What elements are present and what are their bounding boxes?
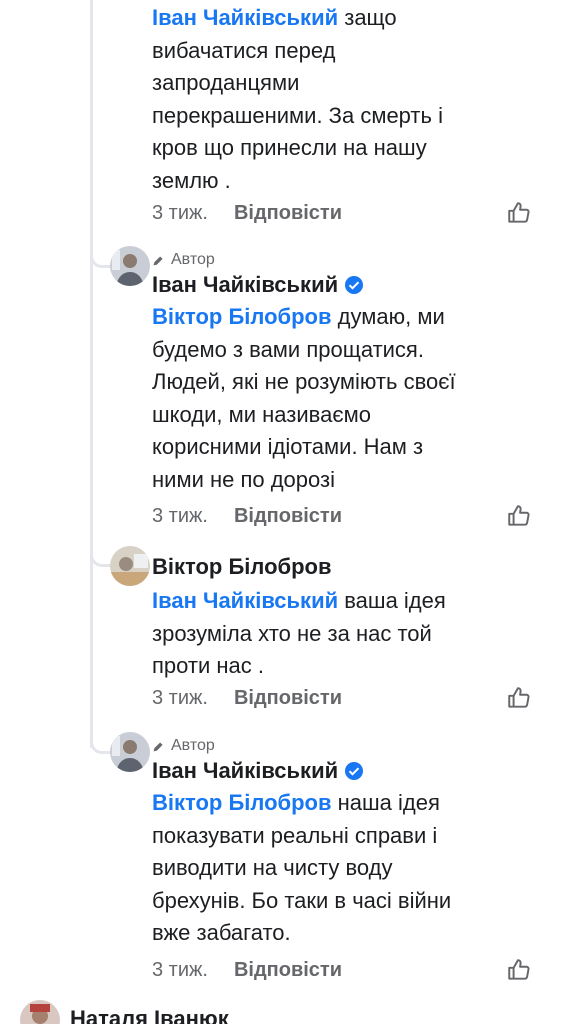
mention-link[interactable]: Віктор Білобров <box>152 304 332 329</box>
like-icon[interactable] <box>506 503 532 529</box>
comment-text: Іван Чайківський ваша ідея зрозуміла хто… <box>152 588 446 678</box>
reply-button[interactable]: Відповісти <box>234 959 342 982</box>
comment-time[interactable]: 3 тиж. <box>152 202 208 225</box>
comment-time[interactable]: 3 тиж. <box>152 687 208 710</box>
avatar[interactable] <box>110 546 150 586</box>
pencil-icon <box>153 255 163 265</box>
comment-author[interactable]: Іван Чайківський <box>152 757 338 785</box>
mention-link[interactable]: Іван Чайківський <box>152 5 338 30</box>
thread-branch <box>90 254 112 268</box>
comment-time[interactable]: 3 тиж. <box>152 505 208 528</box>
like-icon[interactable] <box>506 685 532 711</box>
comment-text: Віктор Білобров наша ідея показувати реа… <box>152 790 452 945</box>
thread-branch <box>90 553 112 567</box>
mention-link[interactable]: Віктор Білобров <box>152 790 332 815</box>
verified-badge-icon <box>345 762 364 780</box>
like-icon[interactable] <box>506 200 532 226</box>
comment-text: Віктор Білобров думаю, ми будемо з вами … <box>152 304 456 492</box>
author-badge: Автор <box>152 251 532 269</box>
comment-author[interactable]: Іван Чайківський <box>152 271 338 299</box>
comment-actions: 3 тиж. Відповісти <box>152 197 532 229</box>
comment-time[interactable]: 3 тиж. <box>152 959 208 982</box>
avatar[interactable] <box>110 246 150 286</box>
comment: Автор Іван Чайківський Віктор Білобров н… <box>152 737 532 950</box>
thread-line <box>90 0 93 748</box>
comment: Автор Іван Чайківський Віктор Білобров д… <box>152 251 532 496</box>
reply-button[interactable]: Відповісти <box>234 687 342 710</box>
thread-branch <box>90 740 112 754</box>
pencil-icon <box>153 741 163 751</box>
reply-button[interactable]: Відповісти <box>234 505 342 528</box>
comment-author[interactable]: Наталя Іванюк <box>70 1006 229 1024</box>
comment-actions: 3 тиж. Відповісти <box>152 954 532 986</box>
reply-button[interactable]: Відповісти <box>234 202 342 225</box>
verified-badge-icon <box>345 276 364 294</box>
author-badge: Автор <box>152 737 532 755</box>
comment-actions: 3 тиж. Відповісти <box>152 682 532 714</box>
comment: Іван Чайківський защо вибачатися перед з… <box>152 2 532 197</box>
like-icon[interactable] <box>506 957 532 983</box>
mention-link[interactable]: Іван Чайківський <box>152 588 338 613</box>
comment-text: Іван Чайківський защо вибачатися перед з… <box>152 5 443 193</box>
comment-actions: 3 тиж. Відповісти <box>152 500 532 532</box>
avatar[interactable] <box>110 732 150 772</box>
avatar[interactable] <box>20 1000 60 1024</box>
comment: Віктор Білобров Іван Чайківський ваша ід… <box>152 553 532 683</box>
comment-author[interactable]: Віктор Білобров <box>152 553 332 581</box>
